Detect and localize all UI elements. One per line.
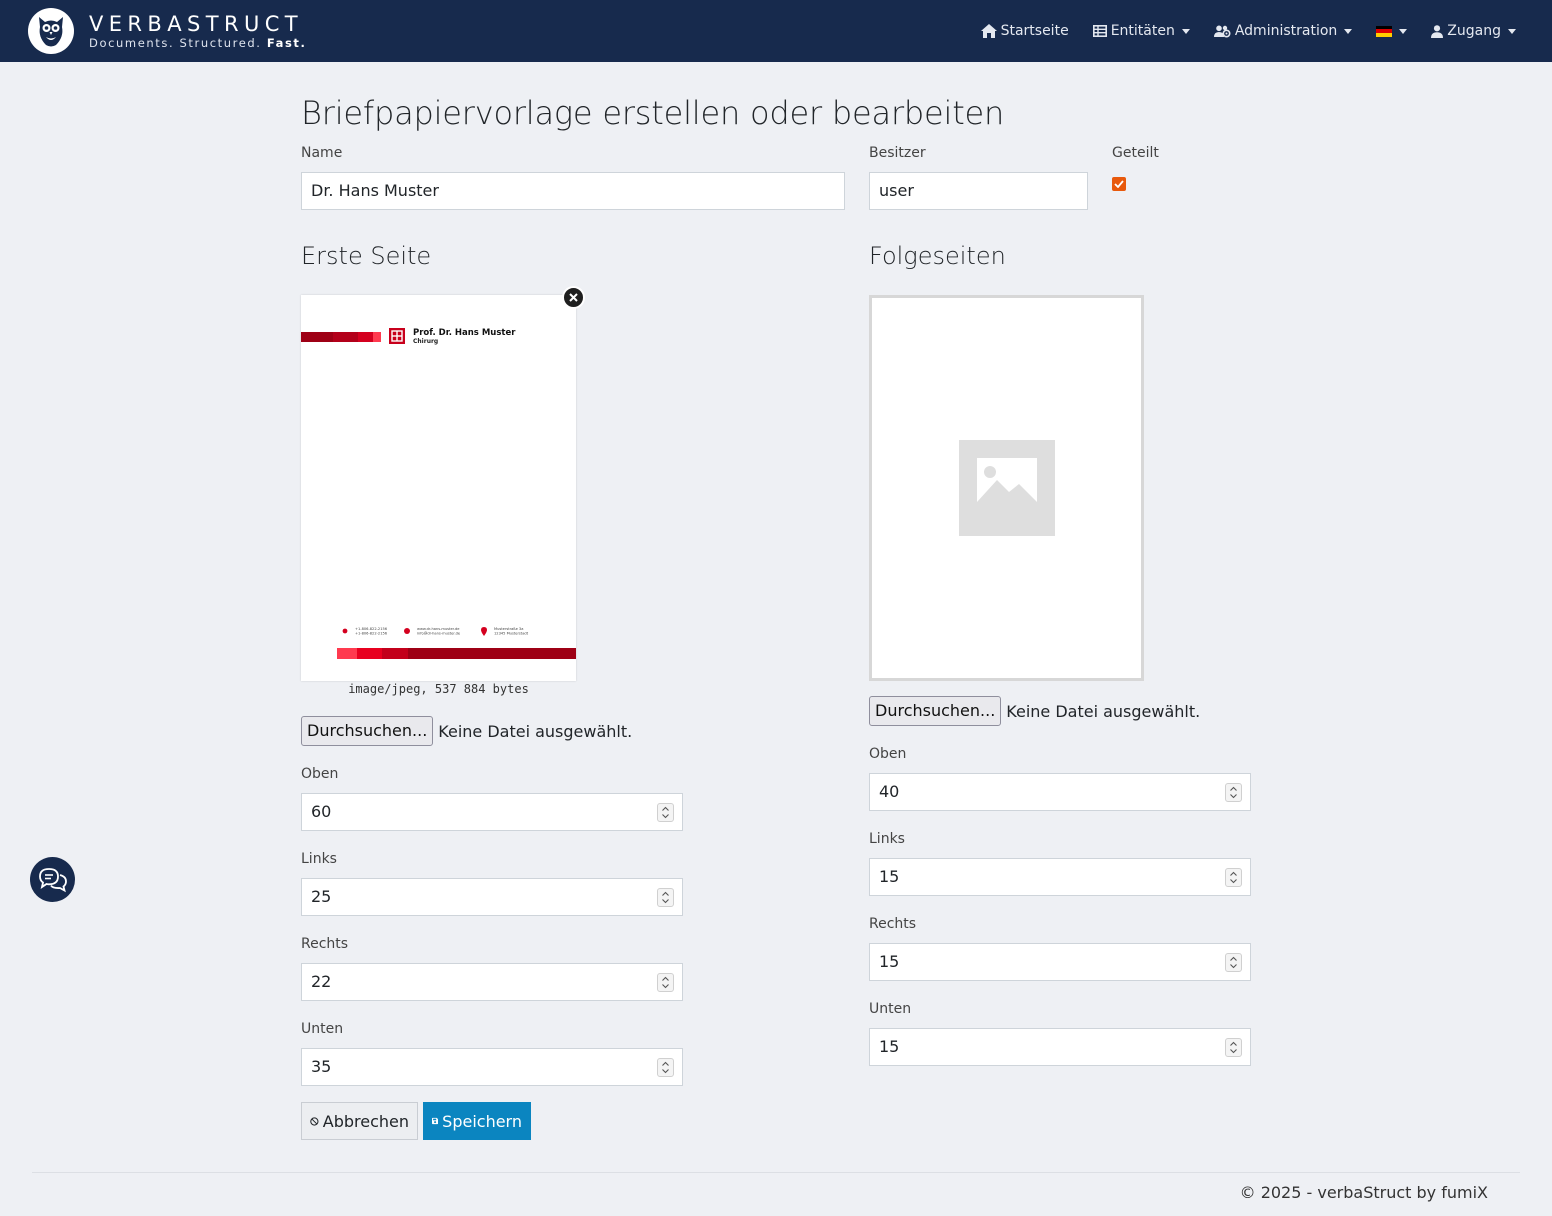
name-input[interactable]: Dr. Hans Muster xyxy=(301,172,845,210)
brand-tagline: Documents. Structured. Fast. xyxy=(89,36,307,50)
save-label: Speichern xyxy=(442,1111,522,1131)
first-page-title: Erste Seite xyxy=(301,242,432,270)
spinner-icon[interactable] xyxy=(1225,868,1242,887)
letterhead-image: Prof. Dr. Hans Muster Chirurg +1-806-822… xyxy=(301,328,576,659)
cancel-button[interactable]: Abbrechen xyxy=(301,1102,418,1140)
spinner-icon[interactable] xyxy=(1225,953,1242,972)
first-left-input[interactable]: 25 xyxy=(301,878,683,916)
nav-language-dropdown[interactable] xyxy=(1376,25,1408,37)
spinner-icon[interactable] xyxy=(657,973,674,992)
first-top-label: Oben xyxy=(301,766,339,782)
nav-entities-dropdown[interactable]: Entitäten xyxy=(1092,23,1190,39)
chat-bubbles-icon xyxy=(38,867,67,892)
nav-account-label: Zugang xyxy=(1447,23,1501,39)
page-title: Briefpapiervorlage erstellen oder bearbe… xyxy=(301,94,1005,132)
follow-top-label: Oben xyxy=(869,746,907,762)
follow-top-input[interactable]: 40 xyxy=(869,773,1251,811)
follow-left-input[interactable]: 15 xyxy=(869,858,1251,896)
first-right-input[interactable]: 22 xyxy=(301,963,683,1001)
checkmark-icon xyxy=(1114,180,1124,188)
svg-text:www.dr-hans-muster.de: www.dr-hans-muster.de xyxy=(417,627,460,631)
follow-right-label: Rechts xyxy=(869,916,917,932)
follow-pages-no-file-text: Keine Datei ausgewählt. xyxy=(1006,701,1201,721)
save-button[interactable]: Speichern xyxy=(423,1102,531,1140)
home-icon xyxy=(980,24,997,38)
shared-label: Geteilt xyxy=(1112,145,1159,161)
follow-bottom-input[interactable]: 15 xyxy=(869,1028,1251,1066)
svg-text:+1-806-822-2156: +1-806-822-2156 xyxy=(355,627,388,631)
nav-home[interactable]: Startseite xyxy=(980,23,1069,39)
follow-right-input[interactable]: 15 xyxy=(869,943,1251,981)
name-label: Name xyxy=(301,145,343,161)
first-top-input[interactable]: 60 xyxy=(301,793,683,831)
first-page-file-input: Durchsuchen... Keine Datei ausgewählt. xyxy=(301,716,632,746)
follow-pages-title: Folgeseiten xyxy=(869,242,1006,270)
first-bottom-label: Unten xyxy=(301,1021,344,1037)
chat-button[interactable] xyxy=(30,857,75,902)
owner-input[interactable]: user xyxy=(869,172,1088,210)
spinner-icon[interactable] xyxy=(657,888,674,907)
german-flag-icon xyxy=(1376,25,1393,37)
follow-bottom-label: Unten xyxy=(869,1001,912,1017)
footer-copyright: © 2025 - verbaStruct by fumiX xyxy=(1239,1183,1488,1202)
users-cog-icon xyxy=(1213,25,1231,38)
image-placeholder-icon xyxy=(958,440,1055,536)
spinner-icon[interactable] xyxy=(657,1058,674,1077)
nav-account-dropdown[interactable]: Zugang xyxy=(1431,23,1516,39)
follow-pages-preview xyxy=(869,295,1144,681)
chevron-down-icon xyxy=(1344,28,1353,34)
cancel-label: Abbrechen xyxy=(322,1111,409,1131)
brand[interactable]: VERBASTRUCT Documents. Structured. Fast. xyxy=(28,7,306,55)
svg-text:12345 Musterstadt: 12345 Musterstadt xyxy=(494,632,529,636)
svg-text:info@dr-hans-muster.de: info@dr-hans-muster.de xyxy=(417,632,461,636)
letterhead-name: Prof. Dr. Hans Muster xyxy=(413,328,516,338)
first-left-label: Links xyxy=(301,851,337,867)
first-page-preview: Prof. Dr. Hans Muster Chirurg +1-806-822… xyxy=(301,295,576,681)
spinner-icon[interactable] xyxy=(1225,783,1242,802)
chevron-down-icon xyxy=(1399,28,1408,34)
floppy-disk-icon xyxy=(432,1117,439,1125)
ban-icon xyxy=(310,1116,319,1126)
first-page-no-file-text: Keine Datei ausgewählt. xyxy=(438,721,633,741)
svg-text:+1-806-822-2156: +1-806-822-2156 xyxy=(355,632,388,636)
user-icon xyxy=(1431,24,1444,38)
first-bottom-input[interactable]: 35 xyxy=(301,1048,683,1086)
svg-text:Musterstraße 3a: Musterstraße 3a xyxy=(494,627,523,631)
close-icon xyxy=(569,293,578,302)
nav-administration-dropdown[interactable]: Administration xyxy=(1213,23,1353,39)
remove-image-button[interactable] xyxy=(562,286,585,309)
first-page-browse-button[interactable]: Durchsuchen... xyxy=(301,716,434,746)
navbar: VERBASTRUCT Documents. Structured. Fast.… xyxy=(0,0,1552,62)
spinner-icon[interactable] xyxy=(1225,1038,1242,1057)
brand-name: VERBASTRUCT xyxy=(89,12,304,36)
follow-left-label: Links xyxy=(869,831,905,847)
file-info: image/jpeg, 537 884 bytes xyxy=(348,682,529,696)
owl-logo-icon xyxy=(28,8,74,54)
nav-home-label: Startseite xyxy=(1000,23,1069,39)
owner-label: Besitzer xyxy=(869,145,926,161)
follow-pages-browse-button[interactable]: Durchsuchen... xyxy=(869,696,1002,726)
main-nav: Startseite Entitäten Administration Zuga… xyxy=(957,0,1516,62)
shared-checkbox[interactable] xyxy=(1112,177,1126,191)
follow-pages-file-input: Durchsuchen... Keine Datei ausgewählt. xyxy=(869,696,1200,726)
letterhead-title: Chirurg xyxy=(413,338,438,345)
footer-divider xyxy=(32,1172,1520,1173)
first-right-label: Rechts xyxy=(301,936,349,952)
spinner-icon[interactable] xyxy=(657,803,674,822)
chevron-down-icon xyxy=(1181,28,1190,34)
nav-administration-label: Administration xyxy=(1234,23,1338,39)
table-icon xyxy=(1092,25,1107,37)
chevron-down-icon xyxy=(1508,28,1516,34)
nav-entities-label: Entitäten xyxy=(1110,23,1175,39)
